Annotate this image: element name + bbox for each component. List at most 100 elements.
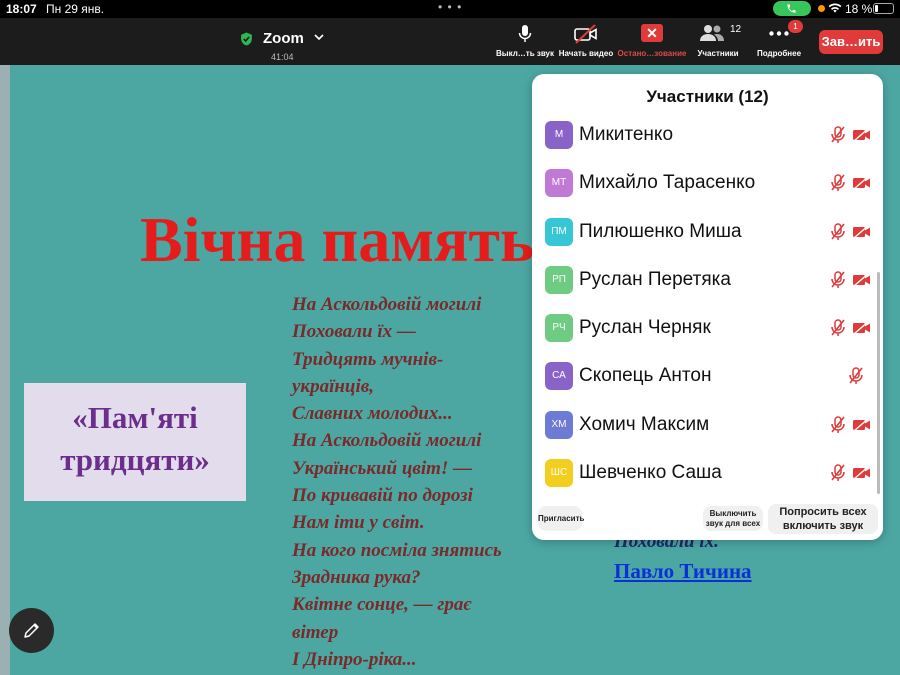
meeting-timer: 41:04 — [271, 52, 294, 62]
participants-panel: Участники (12) М Микитенко МТ Михайло Тарас… — [532, 74, 883, 540]
start-video-button[interactable]: Начать видео — [555, 18, 617, 65]
stop-share-button[interactable]: ✕ Остано…зование — [616, 18, 688, 65]
invite-button[interactable]: Пригласить — [538, 506, 584, 531]
mute-all-label: звук для всех — [705, 519, 761, 528]
avatar: ПМ — [545, 217, 573, 246]
phone-icon[interactable] — [773, 1, 811, 16]
more-label: Подробнее — [756, 49, 802, 58]
participant-name: Микитенко — [579, 124, 674, 145]
mute-button[interactable]: Выкл…ть звук — [494, 18, 556, 65]
microphone-muted-icon — [830, 416, 846, 439]
participant-row[interactable]: ШС Шевченко Саша — [532, 449, 883, 497]
video-off-icon — [852, 320, 872, 340]
participant-row[interactable]: ПМ Пилюшенко Миша — [532, 208, 883, 256]
microphone-muted-icon — [830, 271, 846, 294]
poem-line: Український цвіт! — — [292, 457, 473, 479]
status-bar: 18:07 Пн 29 янв. • • • 18 % — [0, 0, 900, 18]
avatar: ХМ — [545, 410, 573, 439]
participants-button[interactable]: 12 Участники — [690, 18, 746, 65]
participants-label: Участники — [697, 49, 739, 58]
annotate-button[interactable] — [9, 608, 54, 653]
participant-row[interactable]: РП Руслан Перетяка — [532, 256, 883, 304]
participant-name: Хомич Максим — [579, 413, 710, 435]
poem-line: українців, — [292, 375, 374, 397]
participants-count: 12 — [730, 24, 742, 35]
video-off-icon — [852, 272, 872, 292]
avatar: М — [545, 121, 573, 149]
caption-line: «Пам'яті — [72, 400, 198, 435]
participant-name: Руслан Черняк — [579, 317, 711, 339]
slide-caption: «Пам'яті тридцяти» — [24, 397, 246, 481]
share-label: Остано…зование — [617, 49, 687, 58]
microphone-muted-icon — [830, 174, 846, 197]
microphone-muted-icon — [848, 367, 864, 390]
avatar: РЧ — [545, 314, 573, 343]
avatar: СА — [545, 362, 573, 391]
caption-line: тридцяти» — [60, 442, 210, 477]
poem-line: На Аскольдовій могилі — [292, 430, 482, 452]
participant-row[interactable]: РЧ Руслан Черняк — [532, 304, 883, 352]
video-off-icon — [852, 127, 872, 147]
avatar: РП — [545, 265, 573, 294]
slide-edge — [0, 65, 10, 675]
pencil-icon — [24, 623, 39, 638]
video-off-icon — [574, 24, 597, 44]
poem-line: Нам іти у світ. — [292, 512, 425, 534]
battery-icon — [873, 3, 894, 14]
chevron-down-icon[interactable] — [314, 33, 324, 41]
wifi-icon — [828, 3, 842, 13]
participant-row[interactable]: М Микитенко — [532, 111, 883, 159]
video-off-icon — [852, 175, 872, 195]
poem-line: Тридцять мучнів- — [292, 348, 444, 370]
participant-row[interactable]: СА Скопець Антон — [532, 352, 883, 400]
meeting-title[interactable]: Zoom — [263, 30, 304, 47]
participants-icon — [700, 25, 724, 41]
poem-line: На кого посміла знятись — [292, 539, 502, 561]
stop-share-icon: ✕ — [641, 24, 663, 42]
video-off-icon — [852, 417, 872, 437]
mute-label: Выкл…ть звук — [496, 49, 554, 58]
poem-line: На Аскольдовій могилі — [292, 294, 482, 315]
participant-row[interactable]: ХМ Хомич Максим — [532, 401, 883, 449]
participants-list: М Микитенко МТ Михайло Тарасенко ПМ Пилюшенко… — [532, 111, 883, 497]
recording-indicator — [818, 5, 825, 12]
video-label: Начать видео — [558, 49, 614, 58]
clock: 18:07 — [6, 2, 37, 16]
participant-name: Руслан Перетяка — [579, 268, 731, 290]
multitasking-dots-icon[interactable]: • • • — [438, 0, 462, 14]
end-meeting-button[interactable]: Зав…ить — [819, 30, 883, 54]
participant-row[interactable]: МТ Михайло Тарасенко — [532, 159, 883, 207]
notification-badge: 1 — [788, 20, 803, 33]
poem-text: На Аскольдовій могилі Поховали їх — Трид… — [292, 291, 542, 673]
microphone-muted-icon — [830, 126, 846, 149]
participant-name: Михайло Тарасенко — [579, 172, 756, 194]
video-off-icon — [852, 224, 872, 244]
mute-all-label: Выключить — [709, 509, 757, 518]
more-dots-icon — [769, 31, 789, 36]
ask-unmute-label: включить звук — [782, 520, 864, 532]
poem-line: Зрадника рука? — [292, 566, 421, 588]
avatar: ШС — [545, 459, 573, 488]
date: Пн 29 янв. — [46, 2, 105, 16]
ask-unmute-label: Попросить всех — [779, 506, 867, 518]
more-button[interactable]: 1 Подробнее — [750, 18, 808, 65]
ask-all-unmute-button[interactable]: Попросить всех включить звук — [768, 504, 878, 534]
video-off-icon — [852, 465, 872, 485]
poem-line: Поховали їх — — [292, 321, 416, 343]
participant-name: Скопець Антон — [579, 365, 712, 387]
battery-fill — [875, 5, 878, 12]
participant-name: Пилюшенко Миша — [579, 220, 742, 242]
battery-percent: 18 % — [845, 2, 873, 16]
poem-line: Квітне сонце, — грає — [292, 594, 472, 616]
microphone-icon — [518, 25, 532, 42]
meeting-toolbar: Zoom 41:04 Выкл…ть звук Начать видео ✕ О… — [0, 18, 900, 65]
poem-line: І Дніпро-ріка... — [292, 648, 417, 670]
shield-check-icon[interactable] — [240, 32, 253, 46]
microphone-muted-icon — [830, 222, 846, 246]
avatar: МТ — [545, 169, 573, 198]
slide-caption-box: «Пам'яті тридцяти» — [24, 383, 246, 501]
poem-line: вітер — [292, 621, 339, 643]
scrollbar[interactable] — [877, 272, 880, 494]
mute-all-button[interactable]: Выключить звук для всех — [703, 506, 763, 531]
author-link[interactable]: Павло Тичина — [614, 559, 752, 584]
